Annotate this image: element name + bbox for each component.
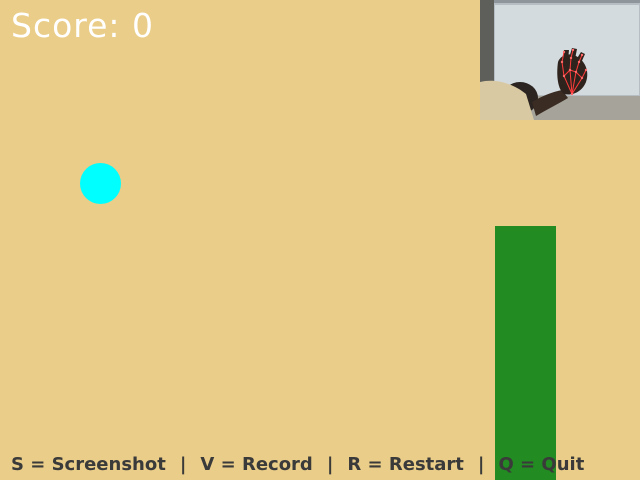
quit-hotkey-label: Q = Quit	[498, 454, 585, 475]
pipe-obstacle	[495, 226, 556, 480]
webcam-preview	[480, 0, 640, 120]
controls-legend: S = Screenshot | V = Record | R = Restart | Q …	[11, 452, 584, 478]
record-hotkey-label: V = Record	[200, 454, 313, 475]
separator: |	[179, 454, 187, 475]
restart-hotkey-label: R = Restart	[347, 454, 464, 475]
player-ball	[80, 163, 121, 204]
separator: |	[477, 454, 485, 475]
webcam-feed-image	[480, 0, 640, 120]
separator: |	[326, 454, 334, 475]
score-label: Score: 0	[11, 6, 155, 45]
screenshot-hotkey-label: S = Screenshot	[11, 454, 166, 475]
